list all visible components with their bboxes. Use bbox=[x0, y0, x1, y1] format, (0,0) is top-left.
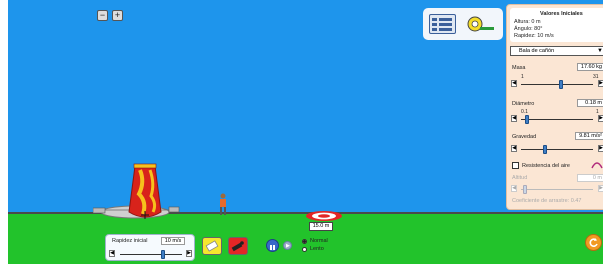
gravity-slider-track[interactable] bbox=[521, 149, 593, 150]
speed-slider-thumb[interactable] bbox=[161, 250, 166, 259]
initial-angle: Ángulo: 80° bbox=[514, 26, 543, 32]
diameter-label: Diámetro bbox=[512, 101, 535, 107]
gravity-slider-thumb[interactable] bbox=[542, 145, 547, 154]
chevron-down-icon: ▼ bbox=[597, 48, 603, 54]
zoom-out-button[interactable]: − bbox=[97, 10, 108, 21]
zoom-out-icon: − bbox=[99, 10, 106, 20]
diameter-increment-button[interactable]: ▶ bbox=[598, 115, 603, 122]
air-resistance-label: Resistencia del aire bbox=[522, 163, 570, 169]
initial-speed: Rapidez: 10 m/s bbox=[514, 33, 554, 39]
diameter-decrement-button[interactable]: ◀ bbox=[511, 115, 517, 122]
reset-icon bbox=[589, 238, 598, 247]
mass-decrement-button[interactable]: ◀ bbox=[511, 80, 517, 87]
projectile-select-value: Bala de cañón bbox=[519, 48, 555, 54]
initial-values-title: Valores Iniciales bbox=[540, 11, 583, 17]
zoom-in-icon: + bbox=[114, 10, 121, 20]
settings-panel: Valores Iniciales Altura: 0 m Ángulo: 80… bbox=[506, 4, 603, 210]
altitude-decrement-button: ◀ bbox=[511, 185, 517, 192]
eraser-icon bbox=[205, 240, 219, 252]
initial-speed-label: Rapidez inicial bbox=[112, 238, 148, 244]
diameter-value[interactable]: 0.18 m bbox=[577, 99, 603, 107]
altitude-slider-track bbox=[521, 189, 593, 190]
pause-icon bbox=[270, 245, 275, 250]
gravity-value[interactable]: 9.81 m/s² bbox=[575, 132, 603, 140]
air-resistance-checkbox[interactable] bbox=[512, 162, 519, 169]
speed-normal-radio[interactable] bbox=[302, 239, 307, 244]
initial-height: Altura: 0 m bbox=[514, 19, 541, 25]
initial-values-box: Valores Iniciales Altura: 0 m Ángulo: 80… bbox=[510, 8, 603, 42]
initial-speed-value[interactable]: 10 m/s bbox=[161, 237, 185, 245]
altitude-value: 0 m bbox=[577, 174, 603, 182]
diameter-slider-thumb[interactable] bbox=[525, 115, 530, 124]
diameter-slider-track[interactable] bbox=[521, 119, 593, 120]
gravity-label: Gravedad bbox=[512, 134, 537, 140]
initial-speed-panel: Rapidez inicial 10 m/s ◀ ▶ bbox=[105, 234, 195, 261]
measuring-tape-button[interactable] bbox=[465, 14, 497, 34]
person-figure bbox=[220, 193, 226, 215]
step-button[interactable]: ▶ bbox=[283, 241, 292, 250]
mass-min: 1 bbox=[521, 74, 524, 80]
mass-increment-button[interactable]: ▶ bbox=[598, 80, 603, 87]
data-table-icon bbox=[432, 18, 452, 31]
play-pause-button[interactable] bbox=[266, 239, 279, 252]
step-icon: ▶ bbox=[286, 243, 290, 249]
speed-increment-button[interactable]: ▶ bbox=[186, 250, 192, 257]
eraser-button[interactable] bbox=[202, 237, 222, 255]
data-table-button[interactable] bbox=[429, 14, 456, 34]
speed-slider-track[interactable] bbox=[120, 254, 182, 255]
projectile-select[interactable]: Bala de cañón ▼ bbox=[510, 46, 603, 56]
mass-value[interactable]: 17.60 kg bbox=[577, 63, 603, 71]
mass-slider-thumb[interactable] bbox=[558, 80, 563, 89]
mass-label: Masa bbox=[512, 65, 526, 71]
drag-coefficient-label: Coeficiente de arrastre: 0.47 bbox=[512, 198, 582, 204]
target[interactable] bbox=[304, 210, 344, 222]
zoom-in-button[interactable]: + bbox=[112, 10, 123, 21]
speed-slow-radio[interactable] bbox=[302, 247, 307, 252]
target-distance-label: 15.0 m bbox=[309, 222, 333, 231]
altitude-slider-thumb bbox=[523, 185, 527, 194]
mass-slider-track[interactable] bbox=[521, 84, 593, 85]
simulation-stage: − + 15.0 m Valores Iniciales Altura: 0 m… bbox=[8, 0, 603, 264]
tools-panel bbox=[423, 8, 503, 40]
fire-cannon-icon bbox=[231, 241, 244, 252]
gravity-increment-button[interactable]: ▶ bbox=[598, 145, 603, 152]
speed-decrement-button[interactable]: ◀ bbox=[109, 250, 115, 257]
trajectory-icon bbox=[591, 162, 603, 169]
altitude-increment-button: ▶ bbox=[598, 185, 603, 192]
radio-dot bbox=[303, 240, 306, 243]
altitude-label: Altitud bbox=[512, 175, 528, 181]
gravity-decrement-button[interactable]: ◀ bbox=[511, 145, 517, 152]
cannon[interactable] bbox=[121, 162, 169, 222]
fire-button[interactable] bbox=[228, 237, 248, 255]
measuring-tape-icon bbox=[467, 16, 494, 32]
reset-button[interactable] bbox=[585, 234, 602, 251]
speed-normal-label: Normal bbox=[310, 238, 328, 244]
speed-slow-label: Lento bbox=[310, 246, 324, 252]
